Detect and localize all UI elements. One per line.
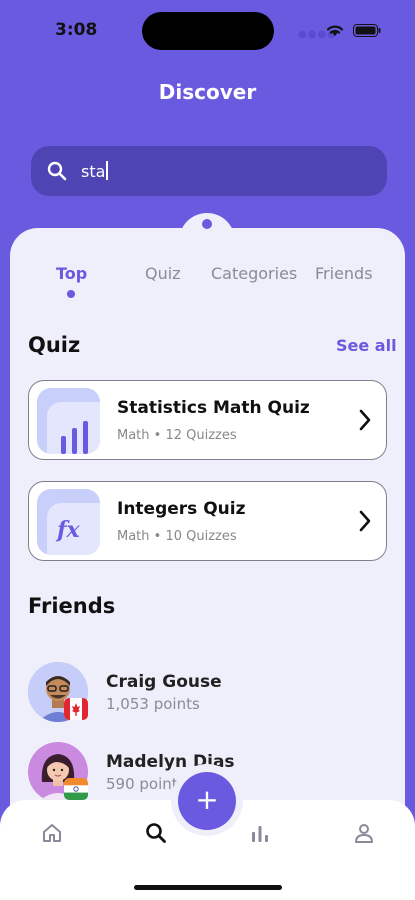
quiz-title: Integers Quiz	[117, 499, 246, 519]
quiz-thumbnail: fx	[37, 489, 100, 555]
quiz-card[interactable]: Statistics Math Quiz Math • 12 Quizzes	[28, 380, 387, 460]
status-bar: 3:08 ●●●●	[0, 0, 415, 60]
search-value: sta	[81, 161, 108, 181]
dynamic-island	[142, 12, 274, 50]
quiz-thumbnail	[37, 388, 100, 454]
quiz-title: Statistics Math Quiz	[117, 398, 310, 418]
profile-icon[interactable]	[353, 822, 375, 844]
search-icon[interactable]	[145, 822, 167, 844]
tab-bar: Top Quiz Categories Friends	[10, 264, 405, 304]
wifi-icon	[326, 25, 344, 36]
tab-categories[interactable]: Categories	[211, 264, 297, 283]
quiz-section-title: Quiz	[28, 333, 81, 357]
battery-icon	[353, 24, 381, 37]
search-input[interactable]: sta	[31, 146, 387, 196]
chevron-right-icon	[359, 510, 371, 532]
friend-name: Craig Gouse	[106, 672, 222, 692]
friend-points: 1,053 points	[106, 695, 200, 713]
add-button[interactable]: +	[178, 772, 236, 830]
stats-icon[interactable]	[249, 822, 271, 844]
page-title: Discover	[158, 80, 257, 104]
tab-top[interactable]: Top	[56, 264, 87, 283]
friends-section-title: Friends	[28, 594, 116, 618]
active-tab-indicator	[67, 290, 75, 298]
see-all-link[interactable]: See all	[336, 336, 397, 355]
search-icon	[47, 161, 67, 181]
quiz-meta: Math • 10 Quizzes	[117, 529, 237, 544]
chevron-right-icon	[359, 409, 371, 431]
bar-chart-icon	[61, 421, 88, 454]
home-indicator	[134, 885, 282, 890]
home-icon[interactable]	[41, 822, 63, 844]
status-time: 3:08	[55, 20, 98, 40]
india-flag-icon	[64, 778, 88, 800]
quiz-card[interactable]: fx Integers Quiz Math • 10 Quizzes	[28, 481, 387, 561]
quiz-meta: Math • 12 Quizzes	[117, 428, 237, 443]
sheet-handle-dot	[202, 219, 212, 229]
tab-friends[interactable]: Friends	[315, 264, 373, 283]
function-fx-icon: fx	[57, 517, 80, 543]
tab-quiz[interactable]: Quiz	[145, 264, 181, 283]
text-caret	[106, 161, 108, 180]
canada-flag-icon	[64, 698, 88, 720]
friend-list-item[interactable]: Craig Gouse 1,053 points	[28, 662, 388, 726]
